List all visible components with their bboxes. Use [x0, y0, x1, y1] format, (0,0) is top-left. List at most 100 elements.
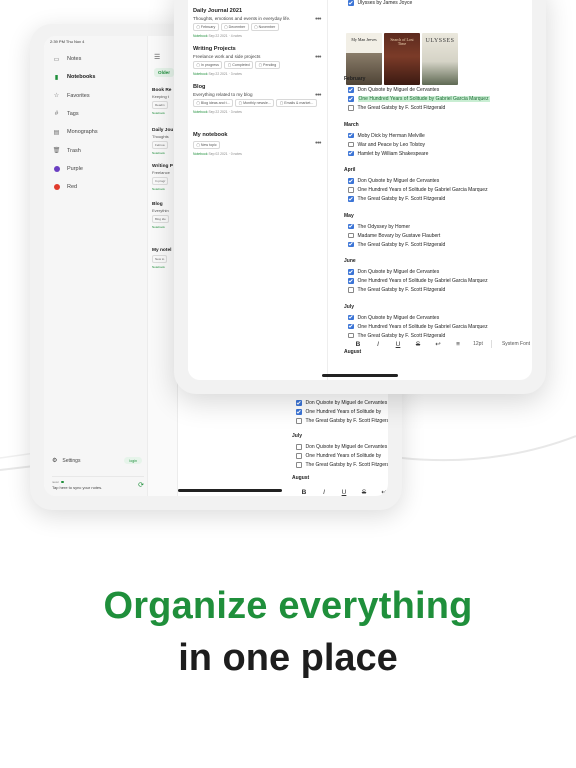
checkbox[interactable] [348, 178, 354, 184]
more-options-icon[interactable]: ••• [315, 140, 321, 147]
checklist-item[interactable]: One Hundred Years of Solitude by Gabriel… [348, 187, 488, 193]
checklist-item[interactable]: Hamlet by William Shakespeare [348, 151, 428, 157]
settings-row[interactable]: ⚙ Settings login [52, 457, 142, 464]
checkbox[interactable] [348, 241, 354, 248]
checkbox[interactable] [348, 96, 354, 102]
checklist-item[interactable]: Don Quixote by Miguel de Cervantes [348, 315, 439, 321]
notebook-card[interactable]: Blog Everything related to my blog ▢ Blog … [193, 84, 323, 114]
topic-chip[interactable]: ▢ In progress [193, 61, 223, 69]
topic-chip[interactable]: ▢ Blog ideas and t... [193, 99, 234, 107]
checklist-item[interactable]: Moby Dick by Herman Melville [348, 133, 425, 139]
login-button[interactable]: login [124, 457, 142, 464]
sidebar-item-favorites[interactable]: ☆ Favorites [48, 87, 144, 105]
undo-button[interactable]: ↩ [374, 488, 388, 496]
font-family-select[interactable]: System Font [495, 341, 532, 347]
sync-icon[interactable]: ⟳ [138, 481, 144, 489]
checkbox[interactable] [296, 453, 302, 459]
checkbox[interactable] [348, 141, 354, 148]
notebook-card[interactable]: Writing Projects Freelance work and side … [193, 46, 323, 76]
sync-panel[interactable]: never Tap here to sync your notes. ⟳ [52, 476, 144, 490]
topic-chip[interactable]: ▢ November [250, 23, 279, 31]
undo-button[interactable]: ↩ [428, 340, 448, 348]
topic-chip[interactable]: ▢ Emails & market... [276, 99, 317, 107]
checklist-item[interactable]: War and Peace by Leo Tolstoy [348, 142, 425, 148]
checkbox[interactable] [296, 418, 302, 424]
topic-chip[interactable]: Readin [152, 101, 168, 109]
topic-chip[interactable]: ▢ New topic [193, 140, 221, 149]
checklist-item[interactable]: The Great Gatsby by F. Scott Fitzgerald [348, 105, 445, 111]
checklist-item[interactable]: Ulysses by James Joyce [348, 0, 412, 6]
bold-button[interactable]: B [294, 489, 314, 496]
topic-chip[interactable]: ▢ Pending [255, 61, 280, 69]
checkbox[interactable] [348, 332, 354, 339]
more-options-icon[interactable]: ••• [315, 16, 321, 23]
checkbox[interactable] [348, 323, 354, 330]
checkbox[interactable] [348, 278, 354, 284]
checkbox[interactable] [348, 150, 354, 157]
checkbox[interactable] [296, 444, 302, 450]
checkbox[interactable] [348, 232, 354, 239]
italic-button[interactable]: I [314, 489, 334, 496]
checklist-item[interactable]: One Hundred Years of Solitude by [296, 409, 381, 415]
topic-chip[interactable]: ▢ February [193, 23, 219, 31]
sidebar-item-tags[interactable]: # Tags [48, 105, 144, 123]
checklist-item[interactable]: Don Quixote by Miguel de Cervantes [348, 269, 439, 275]
checkbox[interactable] [296, 400, 302, 406]
bold-button[interactable]: B [348, 341, 368, 348]
checklist-item[interactable]: The Great Gatsby by F. Scott Fitzgerald [296, 418, 388, 424]
older-filter-chip[interactable]: Older [154, 68, 174, 77]
topic-chip[interactable]: ▢ Completed [224, 61, 254, 69]
sidebar-item-monographs[interactable]: ▤ Monographs [48, 123, 144, 141]
checklist-item[interactable]: The Great Gatsby by F. Scott Fitzgerald [296, 462, 388, 468]
checklist-item[interactable]: One Hundred Years of Solitude by [296, 453, 381, 459]
checkbox[interactable] [348, 132, 354, 139]
checklist-item[interactable]: Don Quixote by Miguel de Cervantes [296, 444, 387, 450]
note-editor[interactable]: My Man Jeeves by P. G. WodehouseIn Searc… [344, 0, 532, 380]
sidebar-item-red[interactable]: Red [48, 178, 144, 196]
checklist-item[interactable]: One Hundred Years of Solitude by Gabriel… [348, 278, 488, 284]
underline-button[interactable]: U [334, 489, 354, 496]
topic-chip[interactable]: Blog ide [152, 215, 169, 223]
notebook-card[interactable]: Daily Journal 2021 Thoughts, emotions and… [193, 8, 323, 38]
checklist-item[interactable]: The Great Gatsby by F. Scott Fitzgerald [348, 196, 445, 202]
checkbox[interactable] [348, 314, 354, 321]
sidebar-item-purple[interactable]: Purple [48, 160, 144, 178]
checkbox[interactable] [348, 269, 354, 275]
checklist-item[interactable]: The Great Gatsby by F. Scott Fitzgerald [348, 242, 445, 248]
more-options-icon[interactable]: ••• [315, 54, 321, 61]
topic-chip[interactable]: Februa [152, 141, 168, 149]
sidebar-item-notes[interactable]: ▭ Notes [48, 50, 144, 68]
checkbox[interactable] [348, 196, 354, 202]
align-button[interactable]: ≡ [448, 341, 468, 348]
topic-chip[interactable]: In progr [152, 177, 169, 185]
checklist-item[interactable]: One Hundred Years of Solitude by Gabriel… [348, 324, 488, 330]
checkbox[interactable] [348, 287, 354, 293]
underline-button[interactable]: U [388, 341, 408, 348]
checklist-item[interactable]: One Hundred Years of Solitude by Gabriel… [348, 96, 490, 102]
checklist-item[interactable]: The Great Gatsby by F. Scott Fitzgerald [348, 287, 445, 293]
notebook-card[interactable]: My notebook ▢ New topic Notebook Sep 02 20… [193, 132, 323, 156]
topic-chip[interactable]: ▢ Monthly newsle... [235, 99, 275, 107]
checklist-item[interactable]: Don Quixote by Miguel de Cervantes [348, 87, 439, 93]
checklist-item[interactable]: Madame Bovary by Gustave Flaubert [348, 233, 440, 239]
checkbox[interactable] [296, 462, 302, 468]
strikethrough-button[interactable]: S [408, 341, 428, 348]
checkbox[interactable] [348, 0, 354, 6]
checkbox[interactable] [348, 223, 354, 230]
topic-chip[interactable]: New to [152, 255, 168, 263]
checkbox[interactable] [296, 409, 302, 415]
checklist-item[interactable]: Don Quixote by Miguel de Cervantes [348, 178, 439, 184]
checklist-item[interactable]: The Great Gatsby by F. Scott Fitzgerald [348, 333, 445, 339]
sidebar-item-trash[interactable]: 🗑 Trash [48, 141, 144, 159]
strikethrough-button[interactable]: S [354, 489, 374, 496]
checkbox[interactable] [348, 105, 354, 111]
sidebar-item-notebooks[interactable]: ▮ Notebooks [48, 68, 144, 86]
italic-button[interactable]: I [368, 341, 388, 348]
checkbox[interactable] [348, 87, 354, 93]
checkbox[interactable] [348, 187, 354, 193]
font-size-select[interactable]: 12pt [468, 341, 488, 347]
more-options-icon[interactable]: ••• [315, 92, 321, 99]
topic-chip[interactable]: ▢ December [220, 23, 249, 31]
checklist-item[interactable]: The Odyssey by Homer [348, 224, 410, 230]
checklist-item[interactable]: Don Quixote by Miguel de Cervantes [296, 400, 387, 406]
